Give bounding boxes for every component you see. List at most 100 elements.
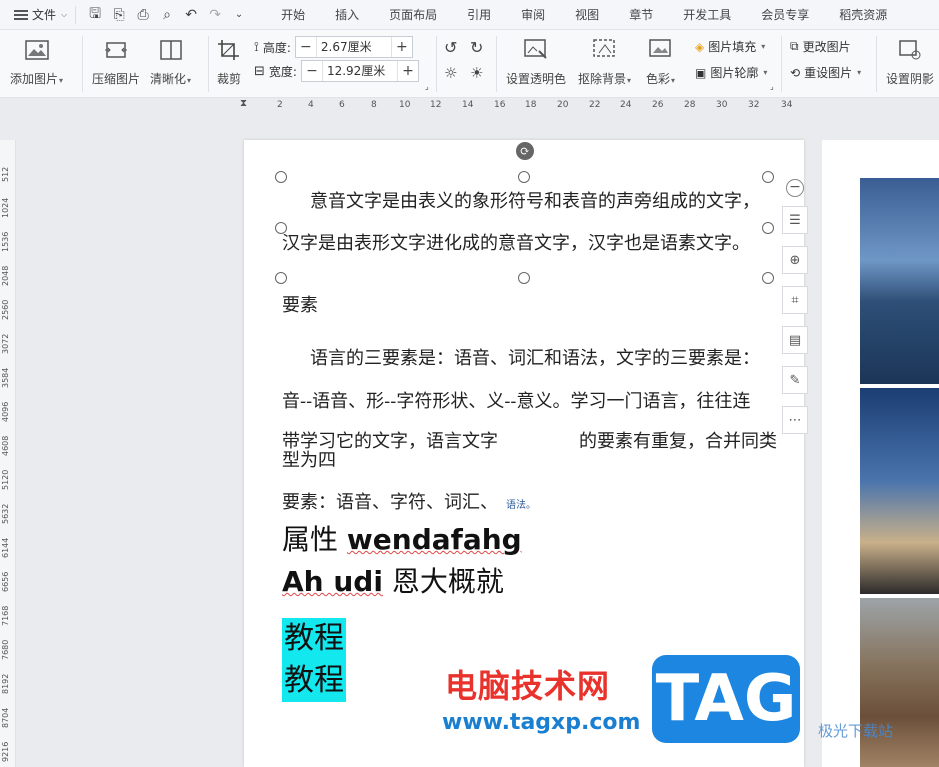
- ruler-tick: 10: [399, 100, 411, 110]
- ruler-tick: 8: [371, 100, 377, 110]
- ruler-tick: 7168: [1, 605, 10, 626]
- resize-handle[interactable]: [518, 272, 530, 284]
- rotate-handle-icon[interactable]: ⟳: [516, 142, 534, 160]
- city-bridge-photo[interactable]: [860, 178, 939, 384]
- tab-docer[interactable]: 稻壳资源: [824, 0, 902, 30]
- remove-background-label: 抠除背景: [578, 72, 627, 86]
- tab-review[interactable]: 审阅: [506, 0, 560, 30]
- paragraph-line[interactable]: 的要素有重复，合并同类: [579, 427, 777, 453]
- print-preview-icon[interactable]: ⌕: [158, 6, 176, 24]
- export-pdf-icon[interactable]: ⎘: [110, 6, 128, 24]
- resize-handle[interactable]: [275, 171, 287, 183]
- image-fill-button[interactable]: ◈ 图片填充 ▾: [695, 38, 765, 55]
- tab-references[interactable]: 引用: [452, 0, 506, 30]
- ruler-tick: 1024: [1, 197, 10, 218]
- set-shadow-label: 设置阴影: [886, 72, 935, 86]
- save-icon[interactable]: 🖫: [86, 6, 104, 24]
- collapse-toolbar-icon[interactable]: −: [786, 179, 804, 197]
- large-text-line[interactable]: 属性 wendafahg: [282, 518, 522, 558]
- ribbon-tabs: 开始 插入 页面布局 引用 审阅 视图 章节 开发工具 会员专享 稻壳资源: [266, 0, 902, 30]
- city-buildings-photo[interactable]: [860, 598, 939, 767]
- color-button[interactable]: 色彩▾: [646, 38, 675, 87]
- tab-member[interactable]: 会员专享: [746, 0, 824, 30]
- paragraph-line[interactable]: 要素：语音、字符、词汇、: [282, 488, 498, 514]
- large-text-line[interactable]: Ah udi 恩大概就: [282, 560, 504, 600]
- width-increase-button[interactable]: +: [398, 61, 418, 81]
- image-fill-label: 图片填充: [708, 40, 757, 54]
- ruler-tick: 4608: [1, 435, 10, 456]
- watermark-url: www.tagxp.com: [442, 710, 641, 735]
- picture-dialog-launcher-icon[interactable]: ⌟: [770, 82, 774, 91]
- height-input[interactable]: 2.67厘米: [315, 37, 392, 57]
- paragraph-line[interactable]: 意音文字是由表义的象形符号和表音的声旁组成的文字，: [310, 187, 760, 213]
- height-control: ⟟ 高度: − 2.67厘米 +: [254, 36, 413, 58]
- resize-handle[interactable]: [275, 272, 287, 284]
- tab-view[interactable]: 视图: [560, 0, 614, 30]
- height-decrease-button[interactable]: −: [296, 37, 316, 57]
- ruler-tick: 16: [494, 100, 506, 110]
- brightness-up-icon[interactable]: ☀: [470, 64, 483, 82]
- paragraph-line[interactable]: 汉字是由表形文字进化成的意音文字，汉字也是语素文字。: [282, 229, 750, 255]
- ruler-tick: 6: [339, 100, 345, 110]
- resize-handle[interactable]: [762, 272, 774, 284]
- separator: [781, 36, 782, 92]
- highlighted-text-block[interactable]: 教程 教程: [282, 618, 346, 702]
- large-text-cn: 属性: [282, 523, 339, 556]
- ruler-tick: 26: [652, 100, 664, 110]
- remove-background-button[interactable]: 抠除背景▾: [578, 38, 631, 87]
- compress-image-button[interactable]: 压缩图片: [92, 38, 140, 87]
- small-text[interactable]: 语法。: [506, 496, 536, 511]
- clarify-icon: [158, 38, 184, 62]
- layout-options-icon[interactable]: ☰: [782, 206, 808, 234]
- image-outline-button[interactable]: ▣ 图片轮廓 ▾: [695, 64, 767, 81]
- paragraph-line[interactable]: 语言的三要素是：语音、词汇和语法，文字的三要素是：: [310, 344, 760, 370]
- tab-page-layout[interactable]: 页面布局: [374, 0, 452, 30]
- height-increase-button[interactable]: +: [392, 37, 412, 57]
- crop-button[interactable]: 裁剪: [216, 38, 242, 87]
- resize-handle[interactable]: [518, 171, 530, 183]
- add-image-button[interactable]: 添加图片▾: [10, 38, 63, 87]
- width-stepper[interactable]: − 12.92厘米 +: [300, 60, 419, 82]
- brightness-down-icon[interactable]: ☼: [444, 64, 457, 82]
- undo-icon[interactable]: ↶: [182, 6, 200, 24]
- tab-insert[interactable]: 插入: [320, 0, 374, 30]
- image-to-text-icon[interactable]: ▤: [782, 326, 808, 354]
- size-dialog-launcher-icon[interactable]: ⌟: [425, 82, 429, 91]
- more-options-icon[interactable]: ⋯: [782, 406, 808, 434]
- width-input[interactable]: 12.92厘米: [321, 61, 398, 81]
- section-heading[interactable]: 要素: [282, 291, 318, 317]
- paragraph-line[interactable]: 音--语音、形--字符形状、义--意义。学习一门语言，往往连: [282, 387, 751, 413]
- horizontal-ruler[interactable]: ⧗ 2 4 6 8 10 12 14 16 18 20 22 24 26 28 …: [240, 98, 804, 114]
- reset-image-button[interactable]: ⟲ 重设图片 ▾: [790, 64, 861, 81]
- fill-bucket-icon: ◈: [695, 39, 705, 54]
- width-decrease-button[interactable]: −: [302, 61, 322, 81]
- resize-handle[interactable]: [762, 222, 774, 234]
- set-transparent-color-button[interactable]: 设置透明色: [506, 38, 566, 87]
- city-night-photo[interactable]: [860, 388, 939, 594]
- redo-icon[interactable]: ↷: [206, 6, 224, 24]
- menu-bar: 文件 ⌵ 🖫 ⎘ ⎙ ⌕ ↶ ↷ ⌄ 开始 插入 页面布局 引用 审阅 视图 章…: [0, 0, 939, 30]
- clarify-button[interactable]: 清晰化▾: [150, 38, 191, 87]
- rotate-left-icon[interactable]: ↺: [444, 38, 457, 57]
- vertical-ruler[interactable]: 512 1024 1536 2048 2560 3072 3584 4096 4…: [0, 140, 16, 767]
- set-shadow-button[interactable]: 设置阴影: [886, 38, 934, 87]
- customize-dropdown-icon[interactable]: ⌄: [230, 6, 248, 24]
- image-edit-icon[interactable]: ✎: [782, 366, 808, 394]
- resize-handle[interactable]: [762, 171, 774, 183]
- change-image-button[interactable]: ⧉ 更改图片: [790, 38, 851, 55]
- indent-marker-icon[interactable]: ⧗: [240, 98, 247, 109]
- height-stepper[interactable]: − 2.67厘米 +: [294, 36, 413, 58]
- ruler-tick: 12: [430, 100, 442, 110]
- tab-section[interactable]: 章节: [614, 0, 668, 30]
- clarify-label: 清晰化: [150, 72, 187, 86]
- crop-icon[interactable]: ⌗: [782, 286, 808, 314]
- ruler-tick: 14: [462, 100, 474, 110]
- zoom-in-icon[interactable]: ⊕: [782, 246, 808, 274]
- tab-developer[interactable]: 开发工具: [668, 0, 746, 30]
- paragraph-line[interactable]: 型为四: [282, 446, 336, 472]
- compress-image-label: 压缩图片: [92, 72, 141, 86]
- file-menu-button[interactable]: 文件 ⌵: [0, 0, 75, 30]
- print-icon[interactable]: ⎙: [134, 6, 152, 24]
- tab-home[interactable]: 开始: [266, 0, 320, 30]
- rotate-right-icon[interactable]: ↻: [470, 38, 483, 57]
